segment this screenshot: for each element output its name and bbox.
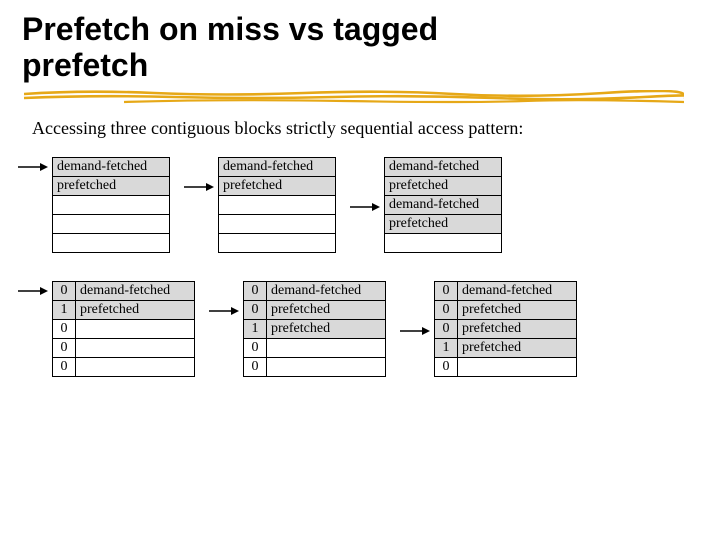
cache-bottom-2: 0demand-fetched0prefetched0prefetched1pr…: [434, 281, 577, 377]
cache-cell: demand-fetched: [458, 281, 577, 300]
cache-cell: demand-fetched: [53, 157, 170, 176]
tag-cell: 0: [435, 281, 458, 300]
cache-cell: prefetched: [219, 176, 336, 195]
diagram-area: demand-fetchedprefetcheddemand-fetchedpr…: [22, 157, 698, 377]
cache-cell: [76, 357, 195, 376]
tag-cell: 1: [244, 319, 267, 338]
cache-table: demand-fetchedprefetched: [218, 157, 336, 253]
cache-cell: prefetched: [458, 319, 577, 338]
cache-cell: [458, 357, 577, 376]
cache-cell: prefetched: [76, 300, 195, 319]
cache-bottom-0: 0demand-fetched1prefetched000: [52, 281, 195, 377]
cache-top-0: demand-fetchedprefetched: [52, 157, 170, 253]
bottom-row: 0demand-fetched1prefetched0000demand-fet…: [52, 281, 698, 377]
cache-cell: demand-fetched: [76, 281, 195, 300]
tag-cell: 0: [244, 338, 267, 357]
tag-cell: 0: [244, 281, 267, 300]
cache-cell: demand-fetched: [385, 157, 502, 176]
cache-table: 0demand-fetched0prefetched1prefetched00: [243, 281, 386, 377]
tag-cell: 0: [435, 319, 458, 338]
arrow-icon: [184, 182, 214, 192]
arrow-icon: [350, 202, 380, 212]
cache-cell: [76, 319, 195, 338]
cache-cell: [219, 233, 336, 252]
cache-cell: prefetched: [385, 176, 502, 195]
cache-top-1: demand-fetchedprefetched: [218, 157, 336, 253]
cache-cell: prefetched: [458, 338, 577, 357]
arrow-icon: [400, 326, 430, 336]
cache-table: 0demand-fetched0prefetched0prefetched1pr…: [434, 281, 577, 377]
title-line-2: prefetch: [22, 47, 148, 83]
cache-cell: [53, 195, 170, 214]
top-row: demand-fetchedprefetcheddemand-fetchedpr…: [52, 157, 698, 253]
cache-cell: [219, 214, 336, 233]
tag-cell: 0: [435, 300, 458, 319]
cache-cell: [219, 195, 336, 214]
title-underline: [22, 90, 700, 104]
cache-bottom-1: 0demand-fetched0prefetched1prefetched00: [243, 281, 386, 377]
tag-cell: 1: [53, 300, 76, 319]
cache-cell: prefetched: [385, 214, 502, 233]
tag-cell: 0: [53, 357, 76, 376]
cache-cell: [385, 233, 502, 252]
arrow-icon: [18, 286, 48, 296]
cache-cell: [76, 338, 195, 357]
cache-cell: demand-fetched: [267, 281, 386, 300]
cache-cell: prefetched: [458, 300, 577, 319]
title-line-1: Prefetch on miss vs tagged: [22, 11, 438, 47]
arrow-icon: [18, 162, 48, 172]
cache-top-2: demand-fetchedprefetcheddemand-fetchedpr…: [384, 157, 502, 253]
slide-title: Prefetch on miss vs tagged prefetch: [22, 12, 698, 84]
cache-cell: [53, 214, 170, 233]
tag-cell: 0: [53, 319, 76, 338]
tag-cell: 0: [244, 357, 267, 376]
cache-table: demand-fetchedprefetched: [52, 157, 170, 253]
tag-cell: 0: [435, 357, 458, 376]
tag-cell: 1: [435, 338, 458, 357]
cache-cell: [267, 357, 386, 376]
cache-cell: prefetched: [267, 300, 386, 319]
cache-table: demand-fetchedprefetcheddemand-fetchedpr…: [384, 157, 502, 253]
cache-cell: demand-fetched: [385, 195, 502, 214]
cache-table: 0demand-fetched1prefetched000: [52, 281, 195, 377]
cache-cell: prefetched: [53, 176, 170, 195]
tag-cell: 0: [53, 338, 76, 357]
subtitle-text: Accessing three contiguous blocks strict…: [32, 118, 698, 139]
cache-cell: [53, 233, 170, 252]
cache-cell: demand-fetched: [219, 157, 336, 176]
tag-cell: 0: [244, 300, 267, 319]
cache-cell: prefetched: [267, 319, 386, 338]
arrow-icon: [209, 306, 239, 316]
tag-cell: 0: [53, 281, 76, 300]
cache-cell: [267, 338, 386, 357]
